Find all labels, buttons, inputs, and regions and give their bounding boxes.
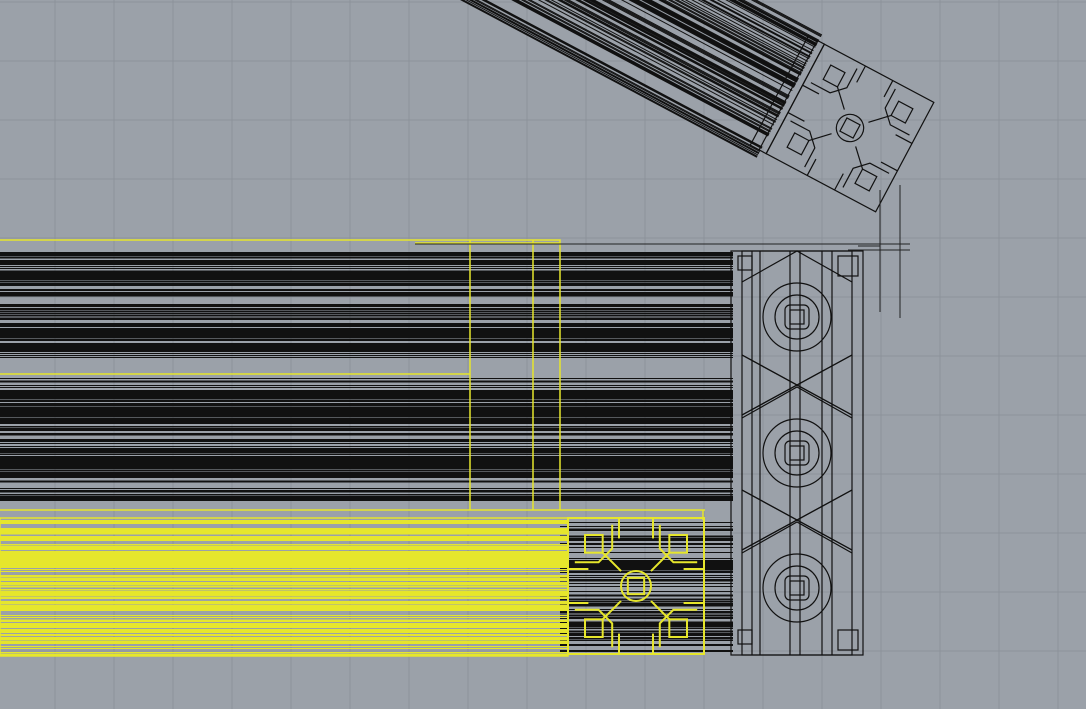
rotated-extrusion-beam[interactable] <box>227 0 823 158</box>
selected-extrusion-beam[interactable] <box>0 517 569 657</box>
rhino-top-viewport[interactable] <box>0 0 1086 709</box>
viewport-canvas[interactable] <box>0 0 1086 709</box>
vertical-extrusion-profile[interactable] <box>730 250 864 656</box>
